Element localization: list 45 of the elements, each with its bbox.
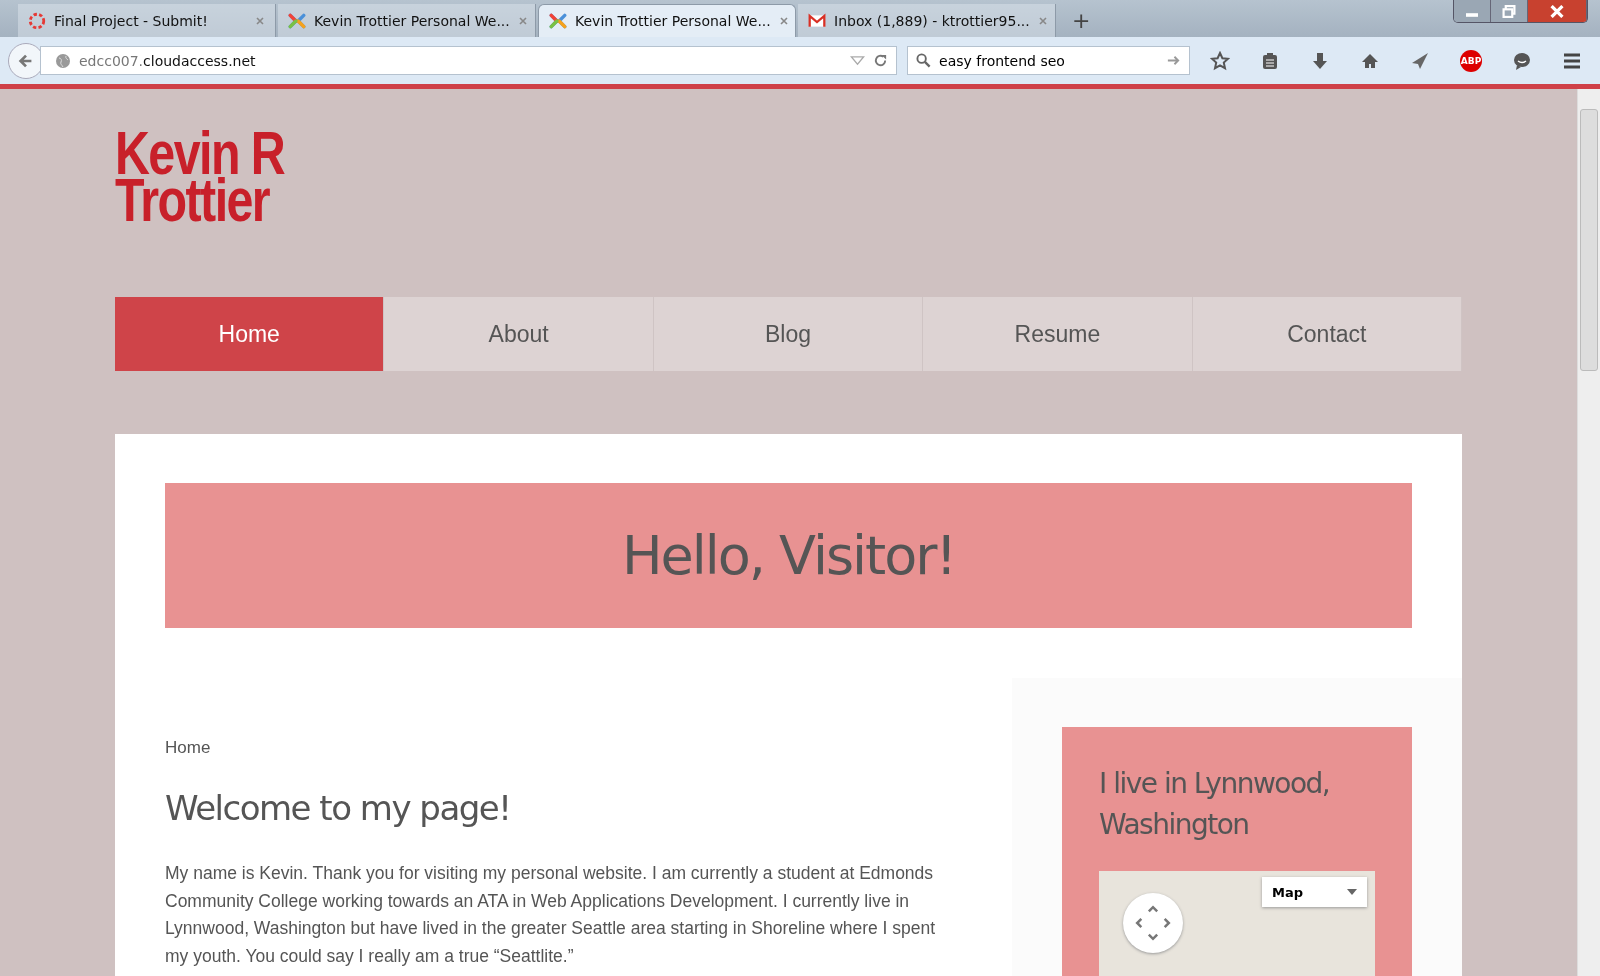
site-logo[interactable]: Kevin R Trottier [115, 125, 318, 223]
chat-icon[interactable] [1512, 50, 1532, 71]
browser-tab[interactable]: Inbox (1,889) - ktrottier95... [798, 4, 1056, 37]
new-tab-button[interactable]: + [1072, 8, 1091, 33]
close-icon [1549, 4, 1565, 18]
mail-icon [808, 11, 826, 30]
module-title: I live in Lynnwood, Washington [1099, 766, 1331, 843]
browser-tab[interactable]: Kevin Trottier Personal We... [278, 4, 536, 37]
pan-control[interactable] [1123, 893, 1183, 953]
tab-title: Kevin Trottier Personal We... [314, 12, 510, 29]
close-window-button[interactable] [1528, 0, 1587, 22]
browser-tab[interactable]: Final Project - Submit! [18, 4, 276, 37]
page-heading: Welcome to my page! [165, 788, 512, 828]
address-bar[interactable]: edcc007.cloudaccess.net [40, 46, 898, 75]
search-text: easy frontend seo [939, 52, 1066, 69]
globe-icon [55, 52, 71, 69]
ring-icon [28, 11, 46, 30]
tab-title: Final Project - Submit! [54, 12, 209, 29]
arrow-right-icon[interactable] [1166, 53, 1182, 68]
tab-title: Inbox (1,889) - ktrottier95... [834, 12, 1030, 29]
close-icon[interactable] [778, 16, 789, 26]
browser-tab[interactable]: Kevin Trottier Personal We... [538, 4, 796, 37]
intro-paragraph: My name is Kevin. Thank you for visiting my personal website. I am currently a student at Edmonds Community College working towards an ATA in Web Applications Development. I currently live in Lynnwood, Washington but have lived in the greater Seattle area starting in Shoreline where I spent my youth. You could say I really am a true “Seattlite.” [165, 862, 937, 968]
banner-title: Hello, Visitor! [621, 524, 956, 587]
star-icon[interactable] [1210, 50, 1231, 71]
caret-icon [1347, 889, 1357, 895]
nav-item[interactable]: Home [115, 297, 385, 371]
nav-item[interactable]: Blog [653, 297, 924, 371]
minimize-button[interactable] [1454, 0, 1491, 22]
url-text: edcc007.cloudaccess.net [79, 52, 257, 69]
search-icon [916, 53, 932, 68]
map-type-dropdown[interactable]: Map [1262, 877, 1367, 907]
reload-icon[interactable] [873, 53, 889, 68]
nav-item[interactable]: Resume [923, 297, 1193, 371]
adblock-button[interactable]: ABP [1460, 49, 1482, 72]
search-field[interactable]: easy frontend seo [907, 46, 1191, 75]
restore-icon [1501, 4, 1517, 18]
tab-title: Kevin Trottier Personal We... [575, 13, 771, 29]
paper-plane-icon[interactable] [1410, 50, 1431, 71]
minimize-icon [1466, 13, 1478, 17]
scrollbar[interactable] [1577, 89, 1600, 976]
nav-item[interactable]: About [384, 297, 654, 371]
breadcrumb: Home [165, 738, 212, 758]
nav-item[interactable]: Contact [1192, 297, 1463, 371]
restore-button[interactable] [1491, 0, 1528, 22]
